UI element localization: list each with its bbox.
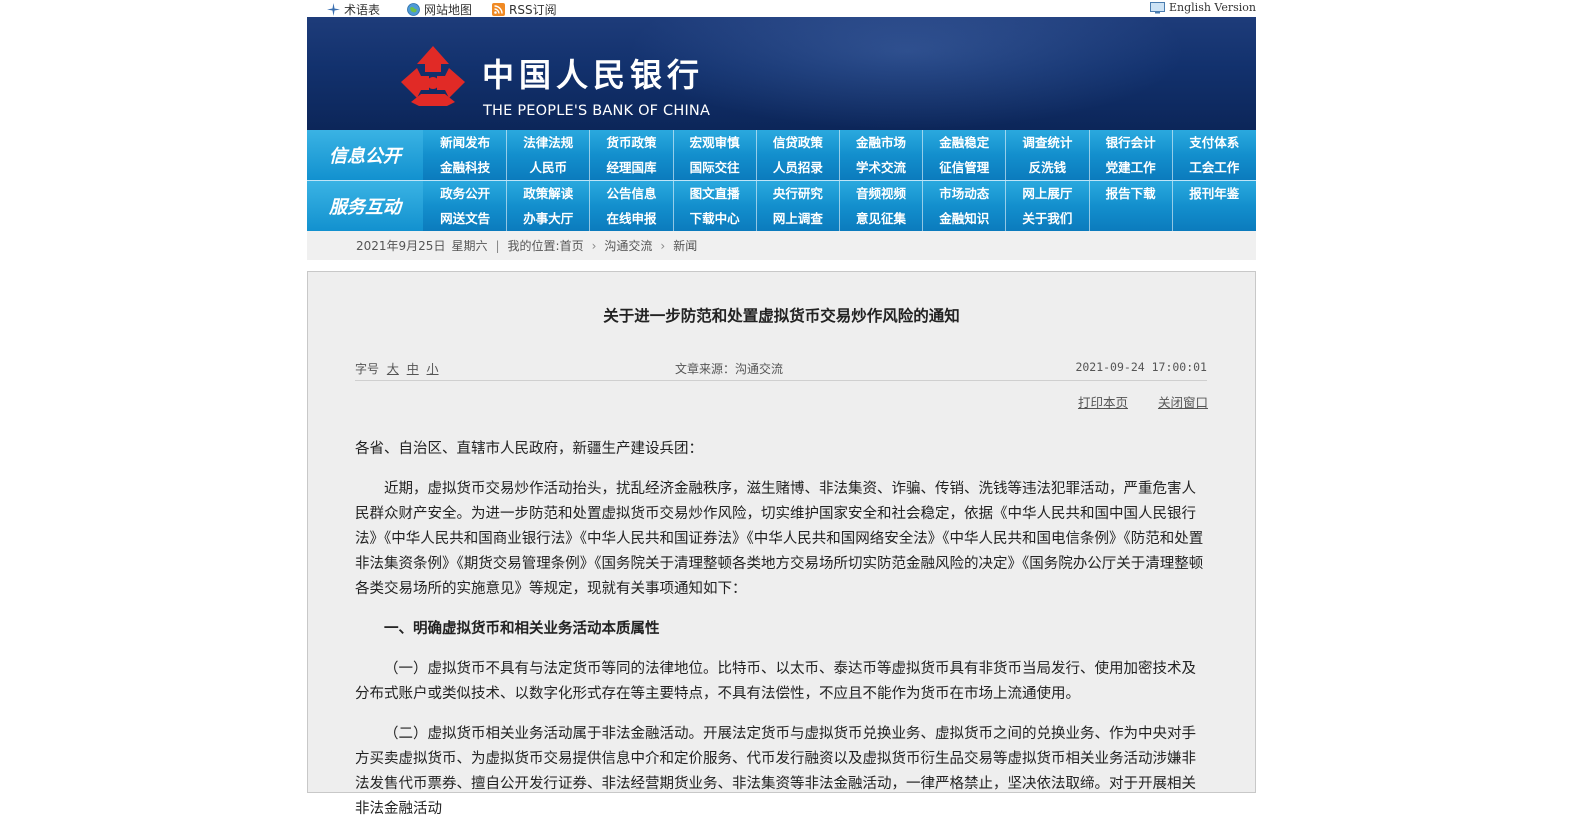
glossary-label: 术语表 bbox=[344, 3, 381, 17]
rss-icon bbox=[492, 3, 505, 16]
article-panel: 关于进一步防范和处置虚拟货币交易炒作风险的通知 字号 大 中 小 文章来源：沟通… bbox=[307, 271, 1256, 817]
nav-item[interactable]: 办事大厅 bbox=[507, 206, 591, 231]
section-heading: 一、明确虚拟货币和相关业务活动本质属性 bbox=[384, 621, 660, 637]
nav-item[interactable]: 在线申报 bbox=[590, 206, 674, 231]
font-size-controls: 字号 大 中 小 bbox=[355, 360, 439, 377]
nav-item[interactable]: 市场动态 bbox=[923, 181, 1007, 206]
glossary-link[interactable]: 术语表 bbox=[327, 1, 380, 18]
nav-item[interactable]: 金融科技 bbox=[424, 155, 508, 180]
paragraph: （二）虚拟货币相关业务活动属于非法金融活动。开展法定货币与虚拟货币兑换业务、虚拟… bbox=[355, 726, 1196, 817]
nav-item[interactable]: 网送文告 bbox=[424, 206, 508, 231]
nav-item[interactable]: 金融稳定 bbox=[923, 130, 1007, 155]
font-medium-link[interactable]: 中 bbox=[407, 362, 419, 376]
info-nav-line-2: 金融科技 人民币 经理国库 国际交往 人员招录 学术交流 征信管理 反洗钱 党建… bbox=[424, 155, 1256, 180]
nav-item[interactable]: 网上调查 bbox=[757, 206, 840, 231]
nav-item[interactable]: 征信管理 bbox=[923, 155, 1007, 180]
nav-item[interactable]: 工会工作 bbox=[1173, 155, 1256, 180]
pboc-emblem-icon bbox=[401, 46, 465, 106]
nav-item[interactable]: 学术交流 bbox=[840, 155, 924, 180]
nav-empty-cell bbox=[1173, 206, 1256, 231]
nav-item[interactable]: 网上展厅 bbox=[1006, 181, 1090, 206]
chevron-right-icon: › bbox=[591, 238, 597, 253]
nav-item[interactable]: 政策解读 bbox=[507, 181, 591, 206]
nav-item[interactable]: 反洗钱 bbox=[1006, 155, 1090, 180]
article-source: 文章来源：沟通交流 bbox=[675, 362, 784, 376]
breadcrumb-divider: | bbox=[495, 238, 500, 253]
nav-item[interactable]: 报刊年鉴 bbox=[1173, 181, 1256, 206]
nav-item[interactable]: 下载中心 bbox=[674, 206, 757, 231]
banner-glow bbox=[627, 17, 1187, 130]
service-nav-line-1: 政务公开 政策解读 公告信息 图文直播 央行研究 音频视频 市场动态 网上展厅 … bbox=[424, 181, 1256, 206]
nav-item[interactable]: 央行研究 bbox=[757, 181, 840, 206]
nav-item[interactable]: 经理国库 bbox=[590, 155, 674, 180]
meta-divider bbox=[355, 380, 1207, 381]
nav-empty-cell bbox=[1090, 206, 1173, 231]
nav-item[interactable]: 信贷政策 bbox=[757, 130, 840, 155]
service-interaction-title: 服务互动 bbox=[307, 181, 423, 231]
glossary-icon bbox=[327, 3, 340, 16]
info-nav-line-1: 新闻发布 法律法规 货币政策 宏观审慎 信贷政策 金融市场 金融稳定 调查统计 … bbox=[424, 130, 1256, 155]
location-label: 我的位置: bbox=[507, 239, 560, 253]
nav-item[interactable]: 新闻发布 bbox=[424, 130, 508, 155]
current-date: 2021年9月25日 bbox=[356, 239, 446, 253]
nav-item[interactable]: 货币政策 bbox=[590, 130, 674, 155]
nav-item[interactable]: 党建工作 bbox=[1090, 155, 1173, 180]
nav-item[interactable]: 音频视频 bbox=[840, 181, 924, 206]
sitemap-label: 网站地图 bbox=[424, 3, 473, 17]
breadcrumb-home-link[interactable]: 首页 bbox=[560, 237, 584, 254]
article-title: 关于进一步防范和处置虚拟货币交易炒作风险的通知 bbox=[603, 307, 960, 325]
info-disclosure-title: 信息公开 bbox=[307, 130, 423, 180]
breadcrumb-level2-link[interactable]: 新闻 bbox=[673, 237, 697, 254]
nav-item[interactable]: 金融知识 bbox=[923, 206, 1007, 231]
chevron-right-icon: › bbox=[660, 238, 666, 253]
sitemap-link[interactable]: 网站地图 bbox=[407, 1, 472, 18]
service-interaction-nav: 服务互动 政务公开 政策解读 公告信息 图文直播 央行研究 音频视频 市场动态 … bbox=[307, 180, 1256, 231]
paragraph: （一）虚拟货币不具有与法定货币等同的法律地位。比特币、以太币、泰达币等虚拟货币具… bbox=[355, 661, 1196, 702]
font-small-link[interactable]: 小 bbox=[427, 362, 439, 376]
monitor-icon bbox=[1150, 1, 1165, 13]
nav-item[interactable]: 报告下载 bbox=[1090, 181, 1173, 206]
nav-item[interactable]: 宏观审慎 bbox=[674, 130, 757, 155]
site-banner: 中国人民银行 THE PEOPLE'S BANK OF CHINA bbox=[307, 17, 1256, 130]
globe-icon bbox=[407, 3, 420, 16]
nav-item[interactable]: 公告信息 bbox=[590, 181, 674, 206]
nav-item[interactable]: 人员招录 bbox=[757, 155, 840, 180]
paragraph: 近期，虚拟货币交易炒作活动抬头，扰乱经济金融秩序，滋生赌博、非法集资、诈骗、传销… bbox=[355, 481, 1204, 597]
article-body: 各省、自治区、直辖市人民政府，新疆生产建设兵团： 近期，虚拟货币交易炒作活动抬头… bbox=[355, 437, 1207, 837]
nav-item[interactable]: 银行会计 bbox=[1090, 130, 1173, 155]
bank-name-chinese: 中国人民银行 bbox=[482, 56, 705, 94]
nav-item[interactable]: 图文直播 bbox=[674, 181, 757, 206]
rss-label: RSS订阅 bbox=[509, 3, 557, 17]
service-nav-line-2: 网送文告 办事大厅 在线申报 下载中心 网上调查 意见征集 金融知识 关于我们 bbox=[424, 206, 1256, 231]
current-weekday: 星期六 bbox=[451, 239, 488, 253]
breadcrumb-level1-link[interactable]: 沟通交流 bbox=[604, 237, 652, 254]
nav-item[interactable]: 支付体系 bbox=[1173, 130, 1256, 155]
close-window-link[interactable]: 关闭窗口 bbox=[1158, 395, 1208, 410]
english-version-link[interactable]: English Version bbox=[1150, 1, 1256, 14]
article-meta: 字号 大 中 小 文章来源：沟通交流 2021-09-24 17:00:01 bbox=[355, 358, 1207, 380]
english-version-label: English Version bbox=[1169, 1, 1256, 14]
rss-link[interactable]: RSS订阅 bbox=[492, 1, 557, 18]
article-tools: 打印本页 关闭窗口 bbox=[1052, 392, 1208, 411]
nav-item[interactable]: 法律法规 bbox=[507, 130, 591, 155]
bank-name-english: THE PEOPLE'S BANK OF CHINA bbox=[483, 103, 711, 119]
info-disclosure-nav: 信息公开 新闻发布 法律法规 货币政策 宏观审慎 信贷政策 金融市场 金融稳定 … bbox=[307, 130, 1256, 180]
nav-item[interactable]: 关于我们 bbox=[1006, 206, 1090, 231]
salutation: 各省、自治区、直辖市人民政府，新疆生产建设兵团： bbox=[355, 441, 703, 457]
nav-item[interactable]: 金融市场 bbox=[840, 130, 924, 155]
page-container: 术语表 网站地图 RSS订阅 English Version 中国人民银行 TH… bbox=[307, 0, 1256, 817]
article-datetime: 2021-09-24 17:00:01 bbox=[1075, 360, 1207, 374]
breadcrumb: 2021年9月25日 星期六 | 我的位置: 首页 › 沟通交流 › 新闻 bbox=[307, 231, 1256, 260]
font-size-label: 字号 bbox=[355, 362, 380, 376]
print-page-link[interactable]: 打印本页 bbox=[1078, 395, 1128, 410]
nav-item[interactable]: 政务公开 bbox=[424, 181, 508, 206]
nav-item[interactable]: 国际交往 bbox=[674, 155, 757, 180]
font-large-link[interactable]: 大 bbox=[387, 362, 399, 376]
nav-item[interactable]: 调查统计 bbox=[1006, 130, 1090, 155]
top-utility-bar: 术语表 网站地图 RSS订阅 English Version bbox=[307, 0, 1256, 17]
nav-item[interactable]: 意见征集 bbox=[840, 206, 924, 231]
nav-item[interactable]: 人民币 bbox=[507, 155, 591, 180]
